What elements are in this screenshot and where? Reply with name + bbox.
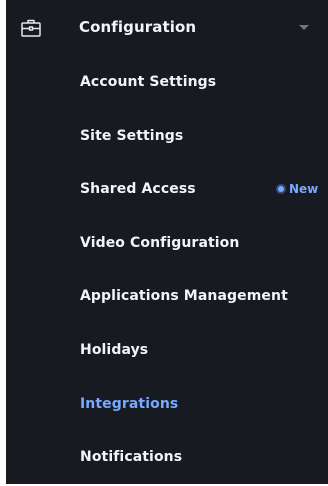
menu-item-video-configuration[interactable]: Video Configuration <box>6 218 328 272</box>
nav-panel: Configuration Account Settings Site Sett… <box>6 0 328 484</box>
menu-item-integrations[interactable]: Integrations <box>6 379 328 433</box>
menu-item-label: Shared Access <box>80 181 196 198</box>
menu-item-applications-management[interactable]: Applications Management <box>6 271 328 325</box>
menu-item-label: Notifications <box>80 449 183 466</box>
configuration-section-header[interactable]: Configuration <box>6 0 328 57</box>
badge-label: New <box>289 182 319 197</box>
side-navigation: Configuration Account Settings Site Sett… <box>0 0 328 484</box>
menu-item-label: Holidays <box>80 341 149 358</box>
new-badge: New <box>278 180 318 198</box>
menu-item-label: Video Configuration <box>80 234 240 251</box>
dot-icon <box>278 186 284 193</box>
menu-item-site-settings[interactable]: Site Settings <box>6 111 328 165</box>
section-title: Configuration <box>79 18 197 36</box>
chevron-down-icon[interactable] <box>299 25 309 30</box>
menu-item-label: Applications Management <box>80 288 288 305</box>
menu-item-label: Account Settings <box>80 74 217 90</box>
menu-item-holidays[interactable]: Holidays <box>6 325 328 379</box>
menu-item-label: Site Settings <box>80 127 184 144</box>
briefcase-icon <box>20 17 42 39</box>
menu-item-label: Integrations <box>80 395 179 412</box>
configuration-submenu: Account Settings Site Settings Shared Ac… <box>6 57 328 486</box>
menu-item-account-settings[interactable]: Account Settings <box>6 57 328 111</box>
menu-item-notifications[interactable]: Notifications <box>6 432 328 486</box>
menu-item-shared-access[interactable]: Shared Access New <box>6 164 328 218</box>
